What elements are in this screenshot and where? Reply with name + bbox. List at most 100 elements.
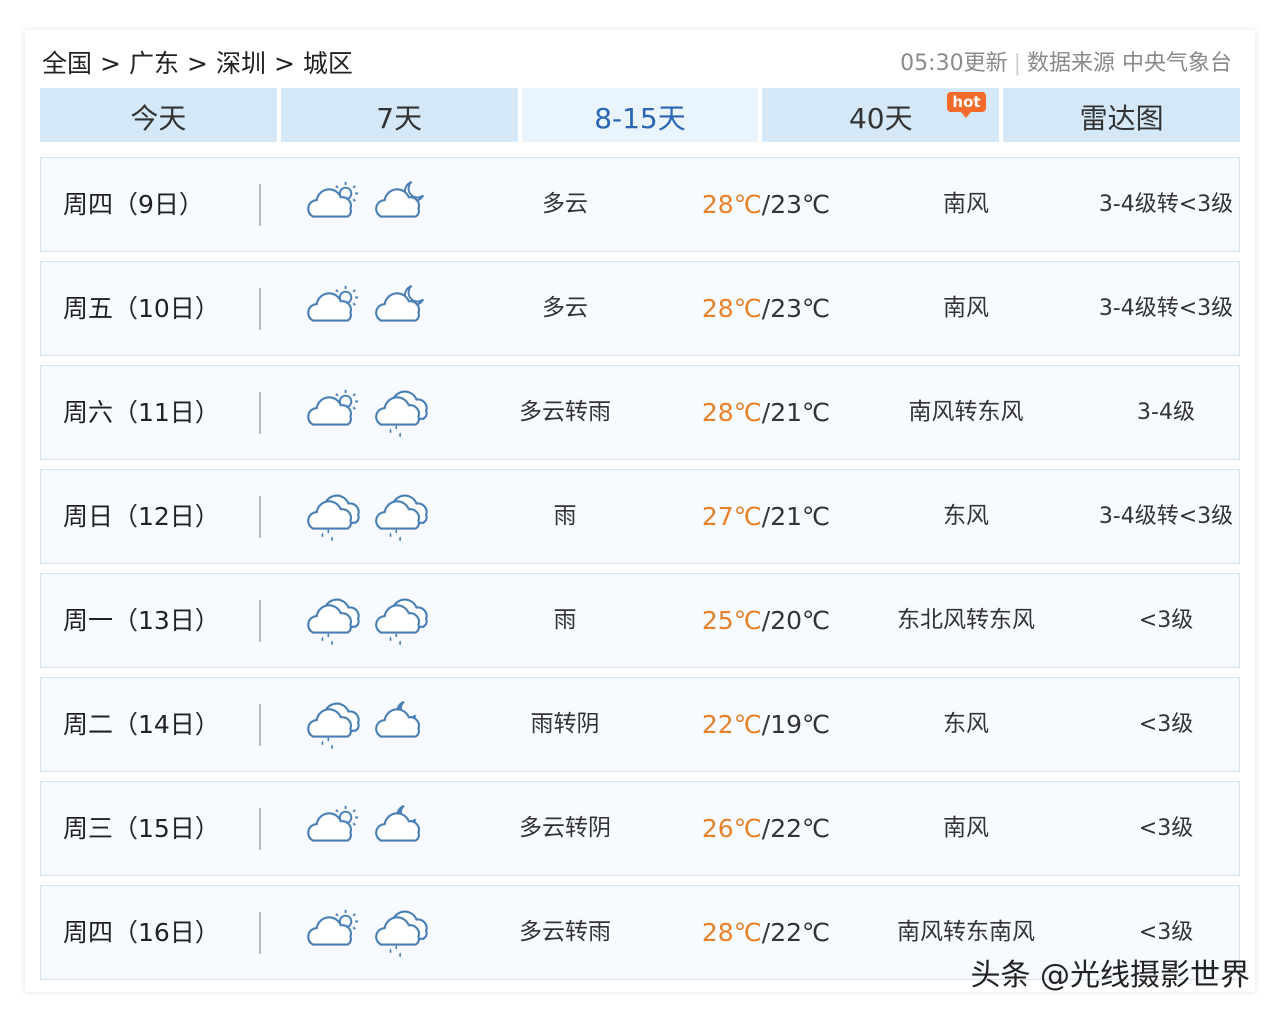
overcast-night-icon: [375, 805, 420, 842]
low-temp: 22℃: [770, 814, 831, 843]
breadcrumb-city[interactable]: 深圳: [216, 49, 266, 78]
data-source: 数据来源 中央气象台: [1027, 51, 1232, 76]
forecast-row: 周五（10日） 多云 28℃/23℃ 南风 3-4级转<3级: [40, 261, 1240, 356]
partly-cloudy-day-icon: [307, 389, 359, 426]
forecast-day: 周四（9日）: [63, 190, 204, 219]
forecast-tabs: 今天 7天 8-15天 40天 hot 雷达图: [40, 88, 1240, 142]
high-temp: 25℃: [701, 606, 762, 635]
temperature-range: 27℃/21℃: [681, 470, 851, 563]
partly-cloudy-day-icon: [307, 909, 359, 946]
rain-icon: [307, 702, 360, 750]
temp-separator: /: [761, 710, 771, 739]
high-temp: 26℃: [701, 814, 762, 843]
wind-direction: 南风: [943, 815, 989, 841]
tab-7-days[interactable]: 7天: [280, 88, 518, 142]
low-temp: 21℃: [770, 502, 831, 531]
row-divider: [259, 392, 261, 434]
weather-description: 多云: [542, 191, 588, 217]
row-divider: [259, 704, 261, 746]
temp-separator: /: [761, 398, 771, 427]
forecast-row: 周三（15日） 多云转阴 26℃/22℃ 南风 <3级: [40, 781, 1240, 876]
rain-icon: [375, 598, 428, 646]
wind-level: <3级: [1138, 816, 1194, 841]
forecast-day: 周五（10日）: [63, 294, 220, 323]
cloudy-night-icon: [375, 181, 425, 218]
rain-icon: [307, 494, 360, 542]
tab-40-days-label: 40天: [848, 102, 913, 135]
weather-icons: [306, 574, 436, 667]
weather-description: 雨: [553, 503, 577, 529]
low-temp: 19℃: [770, 710, 831, 739]
low-temp: 21℃: [770, 398, 831, 427]
partly-cloudy-day-icon: [307, 805, 359, 842]
wind-level: 3-4级转<3级: [1098, 192, 1234, 217]
forecast-day: 周三（15日）: [63, 814, 220, 843]
row-divider: [259, 808, 261, 850]
forecast-day: 周二（14日）: [63, 710, 220, 739]
wind-direction: 东北风转东风: [897, 607, 1035, 633]
forecast-row: 周四（9日） 多云 28℃/23℃ 南风 3-4级转<3级: [40, 157, 1240, 252]
breadcrumb: 全国 > 广东 > 深圳 > 城区: [42, 46, 353, 82]
update-info: 05:30更新 | 数据来源 中央气象台: [900, 46, 1232, 82]
low-temp: 22℃: [770, 918, 831, 947]
temp-separator: /: [761, 814, 771, 843]
weather-description: 多云转雨: [519, 919, 611, 945]
low-temp: 20℃: [770, 606, 831, 635]
row-divider: [259, 600, 261, 642]
wind-direction: 南风: [943, 295, 989, 321]
temperature-range: 28℃/21℃: [681, 366, 851, 459]
meta-divider: |: [1013, 51, 1021, 76]
tab-radar[interactable]: 雷达图: [1003, 88, 1240, 142]
high-temp: 28℃: [701, 294, 762, 323]
rain-icon: [307, 598, 360, 646]
wind-direction: 东风: [943, 503, 989, 529]
weather-icons: [306, 470, 436, 563]
wind-level: 3-4级转<3级: [1098, 296, 1234, 321]
forecast-day: 周一（13日）: [63, 606, 220, 635]
forecast-day: 周日（12日）: [63, 502, 220, 531]
wind-level: <3级: [1138, 712, 1194, 737]
tab-8-15-days[interactable]: 8-15天: [521, 88, 759, 142]
weather-icons: [306, 158, 436, 251]
weather-icons: [306, 782, 436, 875]
temperature-range: 26℃/22℃: [681, 782, 851, 875]
weather-icons: [306, 678, 436, 771]
row-divider: [259, 288, 261, 330]
low-temp: 23℃: [770, 294, 831, 323]
temp-separator: /: [761, 294, 771, 323]
wind-level: <3级: [1138, 608, 1194, 633]
weather-description: 雨: [553, 607, 577, 633]
high-temp: 27℃: [701, 502, 762, 531]
breadcrumb-separator: >: [186, 49, 208, 78]
wind-level: 3-4级转<3级: [1098, 504, 1234, 529]
high-temp: 22℃: [701, 710, 762, 739]
high-temp: 28℃: [701, 398, 762, 427]
hot-badge: hot: [947, 92, 986, 118]
temp-separator: /: [761, 190, 771, 219]
temperature-range: 28℃/23℃: [681, 262, 851, 355]
update-time: 05:30更新: [900, 51, 1008, 76]
breadcrumb-country[interactable]: 全国: [42, 49, 92, 78]
tab-today[interactable]: 今天: [40, 88, 277, 142]
temperature-range: 28℃/23℃: [681, 158, 851, 251]
breadcrumb-separator: >: [100, 49, 121, 78]
temperature-range: 25℃/20℃: [681, 574, 851, 667]
wind-level: 3-4级: [1137, 400, 1195, 425]
wind-direction: 东风: [943, 711, 989, 737]
partly-cloudy-day-icon: [307, 181, 359, 218]
weather-icons: [306, 366, 436, 459]
high-temp: 28℃: [701, 190, 762, 219]
temp-separator: /: [761, 918, 771, 947]
temperature-range: 22℃/19℃: [681, 678, 851, 771]
weather-icons: [306, 262, 436, 355]
forecast-row: 周一（13日） 雨 25℃/20℃ 东北风转东风 <3级: [40, 573, 1240, 668]
tab-40-days[interactable]: 40天 hot: [762, 88, 1000, 142]
weather-icons: [306, 886, 436, 979]
breadcrumb-separator: >: [273, 49, 295, 78]
forecast-day: 周六（11日）: [63, 398, 220, 427]
breadcrumb-province[interactable]: 广东: [129, 49, 179, 78]
temp-separator: /: [761, 606, 771, 635]
wind-direction: 南风: [943, 191, 989, 217]
weather-description: 多云转阴: [519, 815, 611, 841]
low-temp: 23℃: [770, 190, 831, 219]
